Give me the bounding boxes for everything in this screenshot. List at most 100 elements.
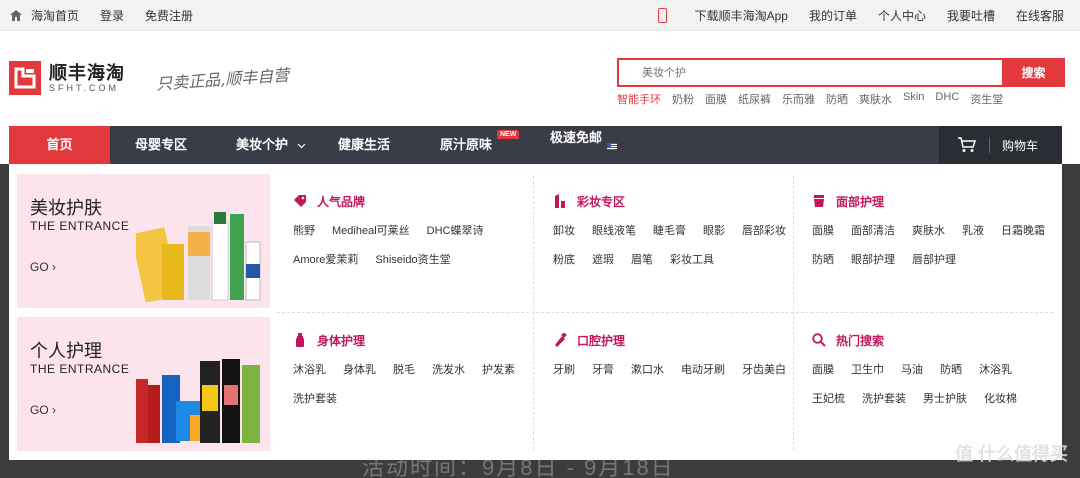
category-link[interactable]: 马油 — [901, 362, 923, 391]
category-links: 卸妆 眼线液笔 睫毛膏 眼影 唇部彩妆 粉底 遮瑕 眉笔 彩妆工具 — [553, 223, 812, 281]
toothpaste-icon — [555, 333, 567, 347]
category-link[interactable]: 洗发水 — [432, 362, 465, 391]
category-link[interactable]: 男士护肤 — [923, 391, 967, 420]
category-link[interactable]: 熊野 — [293, 223, 315, 252]
tag-icon — [294, 195, 306, 207]
category-link[interactable]: Shiseido资生堂 — [375, 252, 450, 281]
watermark: 值 什么值得买 — [954, 444, 1068, 464]
site-logo[interactable]: 顺丰海淘 SFHT.COM — [9, 61, 125, 95]
category-link[interactable]: Mediheal可莱丝 — [332, 223, 410, 252]
category-title: 热门搜索 — [836, 333, 885, 348]
category-link[interactable]: 洗护套装 — [862, 391, 906, 420]
category-link[interactable]: 卫生巾 — [851, 362, 884, 391]
category-link[interactable]: 牙齿美白 — [742, 362, 786, 391]
hotword[interactable]: Skin — [903, 91, 924, 107]
login-link[interactable]: 登录 — [100, 7, 124, 24]
hotword[interactable]: 资生堂 — [970, 91, 1003, 107]
category-link[interactable]: 漱口水 — [631, 362, 664, 391]
category-link[interactable]: 王妃梳 — [812, 391, 845, 420]
category-link[interactable]: 乳液 — [962, 223, 984, 252]
category-link[interactable]: 面膜 — [812, 223, 834, 252]
nav-home[interactable]: 首页 — [9, 126, 110, 164]
category-link[interactable]: 爽肤水 — [912, 223, 945, 252]
chevron-down-icon — [297, 143, 306, 149]
nav-baby[interactable]: 母婴专区 — [135, 126, 187, 164]
banner-go-link[interactable]: GO › — [30, 260, 56, 274]
category-link[interactable]: 眼线液笔 — [592, 223, 636, 252]
hotword[interactable]: 乐而雅 — [782, 91, 815, 107]
cream-jar-icon — [814, 195, 824, 207]
nav-health[interactable]: 健康生活 — [338, 126, 390, 164]
category-link[interactable]: 日霜晚霜 — [1001, 223, 1045, 252]
search-input[interactable] — [619, 60, 1003, 85]
hotword[interactable]: 爽肤水 — [859, 91, 892, 107]
category-hot-search: 热门搜索 面膜 卫生巾 马油 防晒 沐浴乳 王妃梳 洗护套装 男士护肤 化妆棉 — [812, 330, 1071, 420]
search-button[interactable]: 搜索 — [1002, 58, 1065, 87]
category-link[interactable]: 沐浴乳 — [979, 362, 1012, 391]
hotword[interactable]: 智能手环 — [617, 91, 661, 107]
category-link[interactable]: 粉底 — [553, 252, 575, 281]
register-link[interactable]: 免费注册 — [145, 7, 193, 24]
category-link[interactable]: 防晒 — [940, 362, 962, 391]
my-orders-link[interactable]: 我的订单 — [809, 7, 857, 24]
category-title: 身体护理 — [317, 333, 366, 348]
category-link[interactable]: 睫毛膏 — [653, 223, 686, 252]
category-link[interactable]: 唇部彩妆 — [742, 223, 786, 252]
top-bar: 海淘首页 登录 免费注册 下载顺丰海淘App 我的订单 个人中心 我要吐槽 在线… — [0, 0, 1080, 31]
hotword[interactable]: DHC — [935, 91, 959, 107]
banner-subtitle: THE ENTRANCE — [30, 362, 130, 376]
banner-go-link[interactable]: GO › — [30, 403, 56, 417]
banner-go-label: GO — [30, 403, 49, 417]
category-link[interactable]: 眼影 — [703, 223, 725, 252]
category-link[interactable]: 洗护套装 — [293, 391, 337, 420]
user-center-link[interactable]: 个人中心 — [878, 7, 926, 24]
cart-button[interactable]: 购物车 — [939, 126, 1062, 164]
nav-beauty[interactable]: 美妆个护 — [236, 126, 306, 164]
home-link[interactable]: 海淘首页 — [31, 7, 79, 24]
category-link[interactable]: 牙刷 — [553, 362, 575, 391]
hotword[interactable]: 面膜 — [705, 91, 727, 107]
category-link[interactable]: 卸妆 — [553, 223, 575, 252]
download-app-link[interactable]: 下载顺丰海淘App — [637, 7, 788, 24]
banner-beauty-skincare[interactable]: 美妆护肤 THE ENTRANCE GO › — [17, 174, 270, 308]
feedback-link[interactable]: 我要吐槽 — [947, 7, 995, 24]
lipstick-icon — [555, 194, 565, 208]
category-link[interactable]: 身体乳 — [343, 362, 376, 391]
category-link[interactable]: 面膜 — [812, 362, 834, 391]
online-support-link[interactable]: 在线客服 — [1016, 7, 1064, 24]
logo-domain: SFHT.COM — [49, 82, 119, 93]
category-link[interactable]: 护发素 — [482, 362, 515, 391]
nav-free-shipping[interactable]: 极速免邮 — [550, 119, 617, 157]
category-link[interactable]: 防晒 — [812, 252, 834, 281]
banner-personal-care[interactable]: 个人护理 THE ENTRANCE GO › — [17, 317, 270, 451]
category-link[interactable]: 面部清洁 — [851, 223, 895, 252]
category-link[interactable]: 眼部护理 — [851, 252, 895, 281]
category-link[interactable]: DHC蝶翠诗 — [427, 223, 484, 252]
cart-separator — [989, 137, 990, 153]
category-title: 口腔护理 — [577, 333, 626, 348]
category-link[interactable]: 唇部护理 — [912, 252, 956, 281]
category-link[interactable]: Amore爱茉莉 — [293, 252, 358, 281]
category-link[interactable]: 眉笔 — [631, 252, 653, 281]
nav-original[interactable]: 原汁原味 — [440, 126, 492, 164]
category-link[interactable]: 化妆棉 — [984, 391, 1017, 420]
hotword[interactable]: 防晒 — [826, 91, 848, 107]
us-flag-icon — [606, 143, 617, 150]
main-nav: 首页 母婴专区 美妆个护 健康生活 原汁原味 NEW 极速免邮 购物车 — [9, 126, 1062, 164]
category-link[interactable]: 沐浴乳 — [293, 362, 326, 391]
category-links: 牙刷 牙膏 漱口水 电动牙刷 牙齿美白 — [553, 362, 812, 391]
hotword[interactable]: 奶粉 — [672, 91, 694, 107]
home-icon — [10, 10, 22, 21]
category-link[interactable]: 脱毛 — [393, 362, 415, 391]
hotword[interactable]: 纸尿裤 — [738, 91, 771, 107]
logo-mark-icon — [9, 61, 41, 95]
category-link[interactable]: 遮瑕 — [592, 252, 614, 281]
divider — [277, 312, 1053, 313]
category-title: 彩妆专区 — [577, 194, 626, 209]
phone-icon — [657, 8, 667, 23]
category-link[interactable]: 牙膏 — [592, 362, 614, 391]
nav-free-shipping-label: 极速免邮 — [550, 130, 603, 145]
category-link[interactable]: 电动牙刷 — [681, 362, 725, 391]
category-link[interactable]: 彩妆工具 — [670, 252, 714, 281]
category-body-care: 身体护理 沐浴乳 身体乳 脱毛 洗发水 护发素 洗护套装 — [293, 330, 552, 420]
